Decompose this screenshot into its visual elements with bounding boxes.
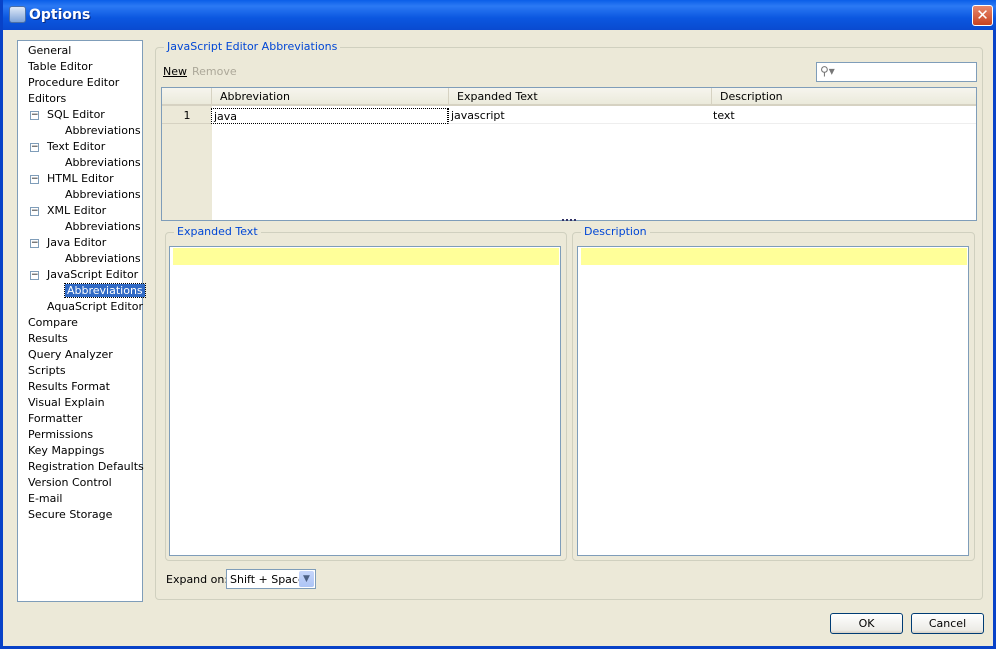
tree-item-label: Compare bbox=[28, 316, 78, 329]
tree-item-label: Formatter bbox=[28, 412, 83, 425]
tree-item-label: Abbreviations bbox=[65, 156, 141, 169]
tree-item-label: XML Editor bbox=[47, 204, 107, 217]
collapse-icon[interactable]: − bbox=[30, 207, 39, 216]
remove-button[interactable]: Remove bbox=[192, 65, 237, 78]
tree-item-label: AquaScript Editor bbox=[47, 300, 143, 313]
collapse-icon[interactable]: − bbox=[30, 239, 39, 248]
tree-item[interactable]: Formatter bbox=[28, 411, 82, 427]
tree-item-label: Abbreviations bbox=[65, 124, 141, 137]
tree-item[interactable]: Results Format bbox=[28, 379, 110, 395]
cell-description[interactable]: text bbox=[711, 108, 976, 124]
description-title: Description bbox=[581, 225, 650, 238]
tree-item[interactable]: Procedure Editor bbox=[28, 75, 119, 91]
expand-on-value: Shift + Space bbox=[230, 573, 305, 586]
tree-item[interactable]: JavaScript Editor bbox=[47, 267, 138, 283]
tree-item-label: Query Analyzer bbox=[28, 348, 113, 361]
tree-item[interactable]: Table Editor bbox=[28, 59, 93, 75]
tree-item-label: E-mail bbox=[28, 492, 63, 505]
collapse-icon[interactable]: − bbox=[30, 111, 39, 120]
tree-item[interactable]: Text Editor bbox=[47, 139, 105, 155]
title-bar[interactable]: Options ✕ bbox=[3, 0, 996, 30]
tree-item[interactable]: Visual Explain bbox=[28, 395, 105, 411]
tree-item-label: SQL Editor bbox=[47, 108, 105, 121]
close-icon[interactable]: ✕ bbox=[972, 5, 993, 26]
tree-item-label: Scripts bbox=[28, 364, 66, 377]
options-tree[interactable]: General Table Editor Procedure Editor Edito… bbox=[17, 40, 146, 602]
tree-item[interactable]: Abbreviations bbox=[65, 251, 141, 267]
collapse-icon[interactable]: − bbox=[30, 175, 39, 184]
expanded-text-title: Expanded Text bbox=[174, 225, 261, 238]
search-icon: ⚲▾ bbox=[820, 64, 835, 78]
current-line-highlight bbox=[581, 248, 967, 265]
tree-item-label: Editors bbox=[28, 92, 67, 105]
tree-item-label: Abbreviations bbox=[64, 283, 146, 298]
tree-item-label: Secure Storage bbox=[28, 508, 113, 521]
abbreviations-table[interactable]: Abbreviation Expanded Text Description 1… bbox=[161, 87, 977, 221]
tree-item-label: General bbox=[28, 44, 72, 57]
tree-item[interactable]: HTML Editor bbox=[47, 171, 114, 187]
splitter-handle[interactable] bbox=[562, 219, 576, 222]
expand-on-select[interactable]: Shift + Space ▼ bbox=[226, 569, 316, 589]
tree-item[interactable]: Abbreviations bbox=[65, 219, 141, 235]
row-number: 1 bbox=[162, 108, 212, 124]
tree-item[interactable]: Abbreviations bbox=[65, 155, 141, 171]
cell-expanded-text[interactable]: javascript bbox=[448, 108, 711, 124]
tree-item-label: Text Editor bbox=[47, 140, 106, 153]
options-dialog: Options ✕ General Table Editor Procedure E… bbox=[0, 0, 996, 649]
group-title: JavaScript Editor Abbreviations bbox=[164, 40, 341, 53]
search-input[interactable]: ⚲▾ bbox=[816, 62, 977, 82]
tree-item[interactable]: Abbreviations bbox=[64, 283, 146, 299]
tree-item-label: Abbreviations bbox=[65, 252, 141, 265]
tree-item[interactable]: E-mail bbox=[28, 491, 63, 507]
collapse-icon[interactable]: − bbox=[30, 271, 39, 280]
new-button[interactable]: New bbox=[163, 65, 187, 78]
tree-item[interactable]: Compare bbox=[28, 315, 78, 331]
tree-item[interactable]: SQL Editor bbox=[47, 107, 105, 123]
tree-item[interactable]: Version Control bbox=[28, 475, 112, 491]
tree-item-label: Version Control bbox=[28, 476, 112, 489]
tree-item[interactable]: Abbreviations bbox=[65, 187, 141, 203]
tree-item[interactable]: Java Editor bbox=[47, 235, 106, 251]
app-icon bbox=[9, 6, 26, 23]
tree-item-label: JavaScript Editor bbox=[47, 268, 139, 281]
tree-item-label: Results bbox=[28, 332, 68, 345]
column-header-abbreviation[interactable]: Abbreviation bbox=[211, 88, 448, 106]
chevron-down-icon[interactable]: ▼ bbox=[299, 571, 314, 587]
tree-item-label: Abbreviations bbox=[65, 188, 141, 201]
tree-item-label: Registration Defaults bbox=[28, 460, 144, 473]
tree-item-label: Procedure Editor bbox=[28, 76, 120, 89]
collapse-icon[interactable]: − bbox=[30, 143, 39, 152]
window-title: Options bbox=[29, 7, 91, 23]
tree-item[interactable]: Secure Storage bbox=[28, 507, 112, 523]
tree-item-label: Visual Explain bbox=[28, 396, 105, 409]
column-header-expanded-text[interactable]: Expanded Text bbox=[448, 88, 711, 106]
tree-item-label: Permissions bbox=[28, 428, 94, 441]
corner-header bbox=[162, 88, 212, 106]
tree-item[interactable]: Abbreviations bbox=[65, 123, 141, 139]
tree-item-label: Abbreviations bbox=[65, 220, 141, 233]
tree-item-label: Table Editor bbox=[28, 60, 93, 73]
tree-item[interactable]: Permissions bbox=[28, 427, 93, 443]
tree-item[interactable]: Editors bbox=[28, 91, 66, 107]
cell-abbreviation[interactable]: java bbox=[211, 108, 448, 124]
tree-item[interactable]: Key Mappings bbox=[28, 443, 104, 459]
description-editor[interactable] bbox=[577, 246, 969, 556]
current-line-highlight bbox=[173, 248, 559, 265]
column-header-description[interactable]: Description bbox=[711, 88, 976, 106]
tree-item[interactable]: AquaScript Editor bbox=[47, 299, 143, 315]
cancel-button[interactable]: Cancel bbox=[911, 613, 984, 634]
tree-item[interactable]: XML Editor bbox=[47, 203, 106, 219]
expanded-text-editor[interactable] bbox=[169, 246, 561, 556]
tree-item[interactable]: Scripts bbox=[28, 363, 66, 379]
tree-item[interactable]: General bbox=[28, 43, 71, 59]
tree-item-label: HTML Editor bbox=[47, 172, 114, 185]
tree-item[interactable]: Registration Defaults bbox=[28, 459, 144, 475]
tree-item-label: Key Mappings bbox=[28, 444, 105, 457]
tree-item[interactable]: Results bbox=[28, 331, 68, 347]
tree-item-label: Results Format bbox=[28, 380, 110, 393]
tree-item-label: Java Editor bbox=[47, 236, 107, 249]
tree-item[interactable]: Query Analyzer bbox=[28, 347, 113, 363]
expand-on-label: Expand on: bbox=[166, 573, 229, 586]
ok-button[interactable]: OK bbox=[830, 613, 903, 634]
